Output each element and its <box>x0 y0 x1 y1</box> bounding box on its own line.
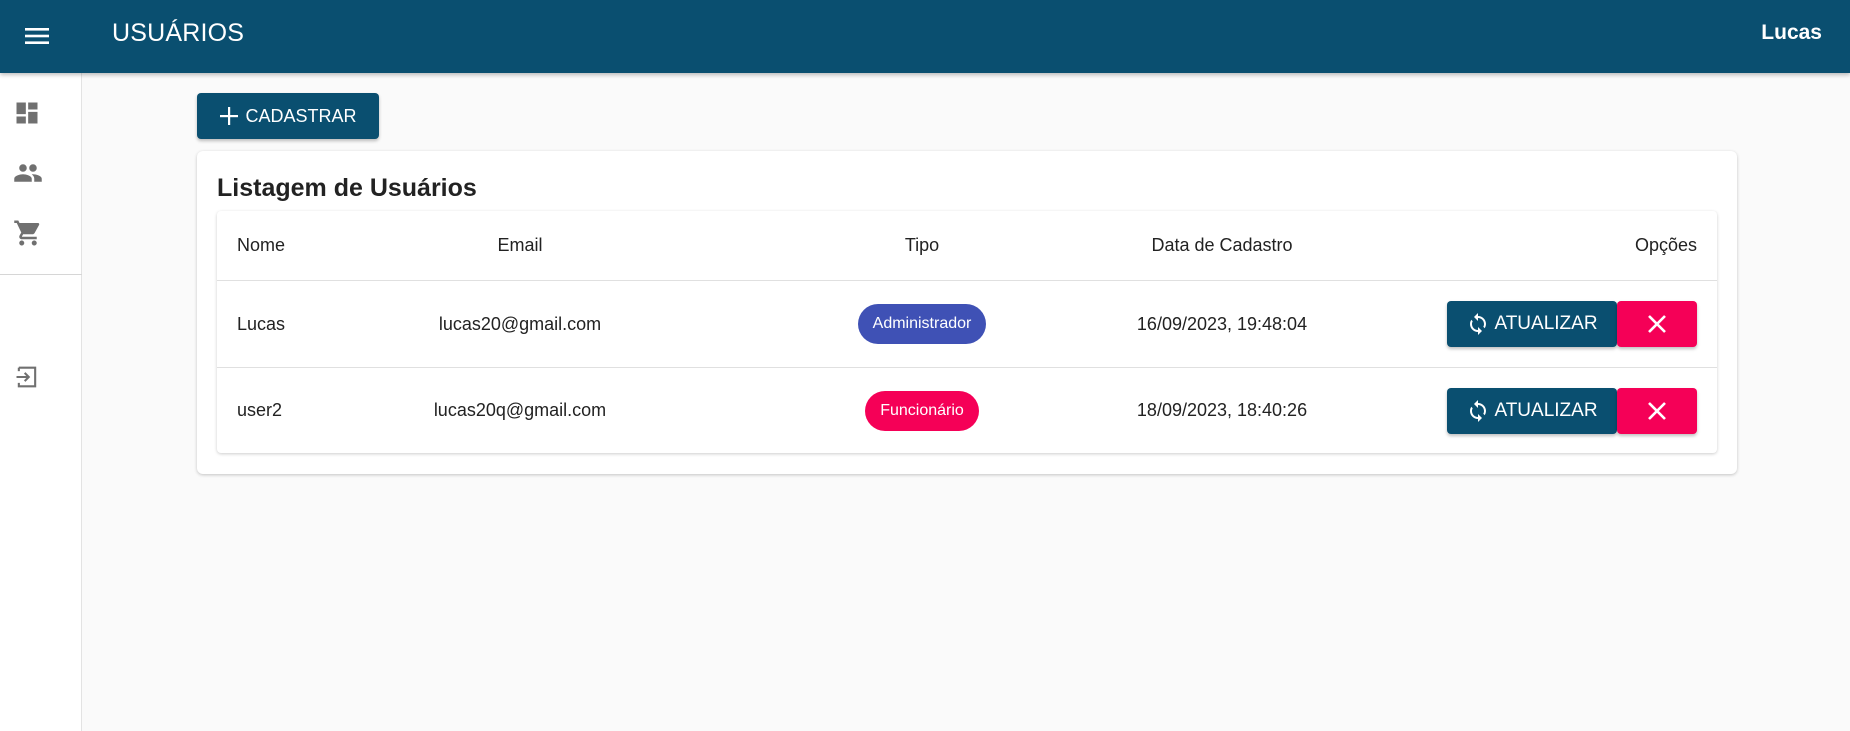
user-name[interactable]: Lucas <box>1761 20 1822 46</box>
cell-tipo: Administrador <box>835 281 1009 367</box>
users-table: Nome Email Tipo Data de Cadastro Opções … <box>217 211 1717 453</box>
plus-icon <box>219 106 239 126</box>
close-icon <box>1647 401 1667 421</box>
cell-email: lucas20@gmail.com <box>438 313 602 334</box>
refresh-icon <box>1466 312 1490 336</box>
cell-data: 16/09/2023, 19:48:04 <box>1136 313 1308 334</box>
app-bar: USUÁRIOS Lucas <box>0 0 1850 73</box>
logout-icon <box>13 363 41 391</box>
dashboard-icon <box>13 99 41 127</box>
cell-opcoes: ATUALIZAR <box>1447 368 1697 453</box>
update-label: ATUALIZAR <box>1494 313 1598 334</box>
page-title: USUÁRIOS <box>112 19 245 47</box>
refresh-icon <box>1466 399 1490 423</box>
close-icon <box>1647 314 1667 334</box>
delete-button[interactable] <box>1617 301 1697 347</box>
header-opcoes: Opções <box>1634 235 1697 255</box>
status-badge: Administrador <box>857 304 987 344</box>
header-tipo: Tipo <box>904 235 940 255</box>
cart-icon <box>13 218 43 248</box>
sidebar-divider <box>0 274 82 275</box>
update-label: ATUALIZAR <box>1494 399 1598 421</box>
sidebar-item-logout[interactable] <box>0 355 82 399</box>
table-header-row: Nome Email Tipo Data de Cadastro Opções <box>217 211 1717 281</box>
users-card: Listagem de Usuários Nome Email Tipo Dat… <box>197 151 1737 474</box>
people-icon <box>13 158 43 188</box>
card-title: Listagem de Usuários <box>217 174 477 202</box>
table-row: user2 lucas20q@gmail.com Funcionário 18/… <box>217 368 1717 453</box>
header-nome: Nome <box>237 235 286 255</box>
header-email: Email <box>497 235 543 255</box>
cell-nome: Lucas <box>237 313 286 334</box>
table-row: Lucas lucas20@gmail.com Administrador 16… <box>217 281 1717 368</box>
update-button[interactable]: ATUALIZAR <box>1447 387 1617 434</box>
cell-data: 18/09/2023, 18:40:26 <box>1136 400 1308 420</box>
header-data: Data de Cadastro <box>1151 235 1293 255</box>
sidebar <box>0 73 82 731</box>
sidebar-item-cart[interactable] <box>0 211 82 255</box>
cadastrar-button[interactable]: CADASTRAR <box>197 93 379 139</box>
update-button[interactable]: ATUALIZAR <box>1447 301 1617 347</box>
cadastrar-label: CADASTRAR <box>245 105 357 126</box>
sidebar-item-users[interactable] <box>0 151 82 195</box>
status-badge: Funcionário <box>865 390 979 431</box>
delete-button[interactable] <box>1617 387 1697 434</box>
sidebar-item-dashboard[interactable] <box>0 91 82 135</box>
cell-nome: user2 <box>237 400 283 420</box>
cell-tipo: Funcionário <box>835 368 1009 453</box>
cell-opcoes: ATUALIZAR <box>1447 281 1697 367</box>
menu-icon[interactable] <box>20 19 54 53</box>
cell-email: lucas20q@gmail.com <box>433 400 607 420</box>
